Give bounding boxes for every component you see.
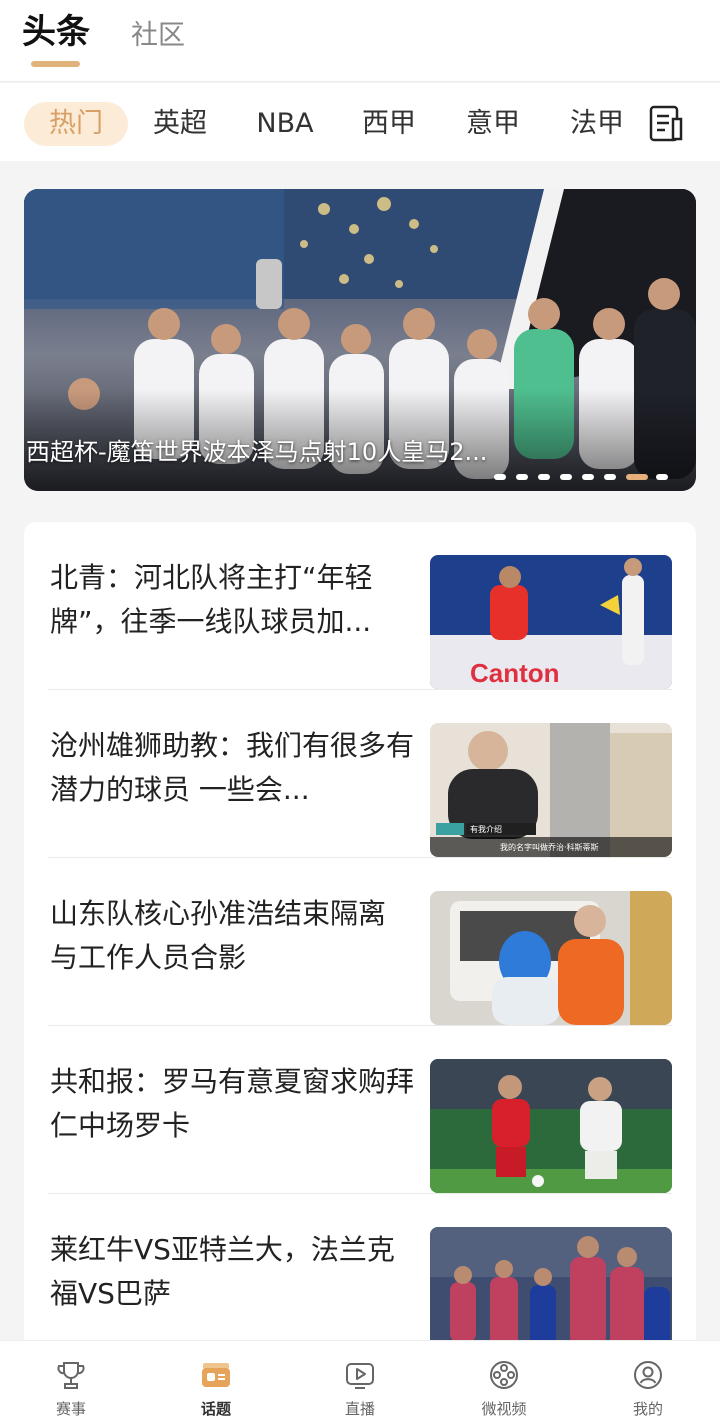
category-ligue-1[interactable]: 法甲: [557, 102, 637, 146]
news-item[interactable]: 莱红牛VS亚特兰大，法兰克福VS巴萨: [24, 1194, 696, 1342]
carousel-dot: [604, 474, 616, 480]
news-item[interactable]: 共和报：罗马有意夏窗求购拜仁中场罗卡: [24, 1026, 696, 1194]
thumb-subtitle: 我的名字叫做乔治·科斯蒂斯: [500, 842, 599, 852]
news-thumbnail: 有我介绍 我的名字叫做乔治·科斯蒂斯: [430, 723, 672, 857]
nav-short-videos[interactable]: 微视频: [449, 1341, 559, 1426]
nav-label: 直播: [344, 1400, 375, 1418]
carousel-dot: [538, 474, 550, 480]
svg-text:Canton: Canton: [470, 658, 560, 688]
news-thumbnail: [430, 1227, 672, 1342]
trophy-icon: [55, 1359, 87, 1391]
play-icon: [344, 1359, 376, 1391]
carousel-dot: [494, 474, 506, 480]
news-item[interactable]: 山东队核心孙准浩结束隔离 与工作人员合影: [24, 858, 696, 1026]
carousel-dot: [656, 474, 668, 480]
nav-label: 我的: [632, 1400, 663, 1418]
nav-topics[interactable]: 话题: [161, 1341, 271, 1426]
tab-headlines[interactable]: 头条: [22, 10, 90, 54]
news-thumbnail: Canton: [430, 555, 672, 689]
news-title: 共和报：罗马有意夏窗求购拜仁中场罗卡: [50, 1065, 415, 1142]
thumb-badge: 有我介绍: [470, 824, 502, 834]
nav-live[interactable]: 直播: [305, 1341, 415, 1426]
category-bar: 热门 英超 NBA 西甲 意甲 法甲: [0, 83, 720, 161]
carousel-dot-active: [626, 474, 648, 480]
bottom-navigation: 赛事 话题 直播 微视频 我的: [0, 1340, 720, 1426]
news-title: 沧州雄狮助教：我们有很多有潜力的球员 一些会...: [50, 729, 415, 806]
carousel-dot: [582, 474, 594, 480]
list-edit-icon[interactable]: [649, 105, 683, 143]
nav-label: 话题: [200, 1400, 231, 1418]
nav-label: 赛事: [55, 1400, 86, 1418]
news-item[interactable]: 沧州雄狮助教：我们有很多有潜力的球员 一些会... 有我介绍 我的名字叫做乔治·…: [24, 690, 696, 858]
category-serie-a[interactable]: 意甲: [453, 102, 533, 146]
top-tab-bar: 头条 社区: [0, 0, 720, 82]
category-premier-league[interactable]: 英超: [140, 102, 220, 146]
nav-label: 微视频: [481, 1400, 527, 1418]
active-tab-indicator: [31, 61, 80, 67]
category-hot[interactable]: 热门: [24, 102, 128, 146]
nav-profile[interactable]: 我的: [593, 1341, 703, 1426]
carousel-dot: [516, 474, 528, 480]
category-nba[interactable]: NBA: [245, 102, 325, 146]
carousel-dot: [560, 474, 572, 480]
category-la-liga[interactable]: 西甲: [349, 102, 429, 146]
news-thumbnail: [430, 1059, 672, 1193]
profile-icon: [632, 1359, 664, 1391]
news-title: 莱红牛VS亚特兰大，法兰克福VS巴萨: [50, 1233, 395, 1310]
banner-caption[interactable]: 西超杯-魔笛世界波本泽马点射10人皇马2...: [26, 432, 586, 467]
topic-card-icon: [200, 1359, 232, 1391]
tab-community[interactable]: 社区: [131, 14, 185, 58]
news-title: 山东队核心孙准浩结束隔离 与工作人员合影: [50, 897, 387, 974]
news-thumbnail: [430, 891, 672, 1025]
news-title: 北青：河北队将主打“年轻牌”，往季一线队球员加...: [50, 561, 373, 638]
news-item[interactable]: 北青：河北队将主打“年轻牌”，往季一线队球员加... Canton: [24, 522, 696, 690]
nav-matches[interactable]: 赛事: [16, 1341, 126, 1426]
film-reel-icon: [488, 1359, 520, 1391]
news-list: 北青：河北队将主打“年轻牌”，往季一线队球员加... Canton 沧州雄狮助教…: [24, 522, 696, 1342]
